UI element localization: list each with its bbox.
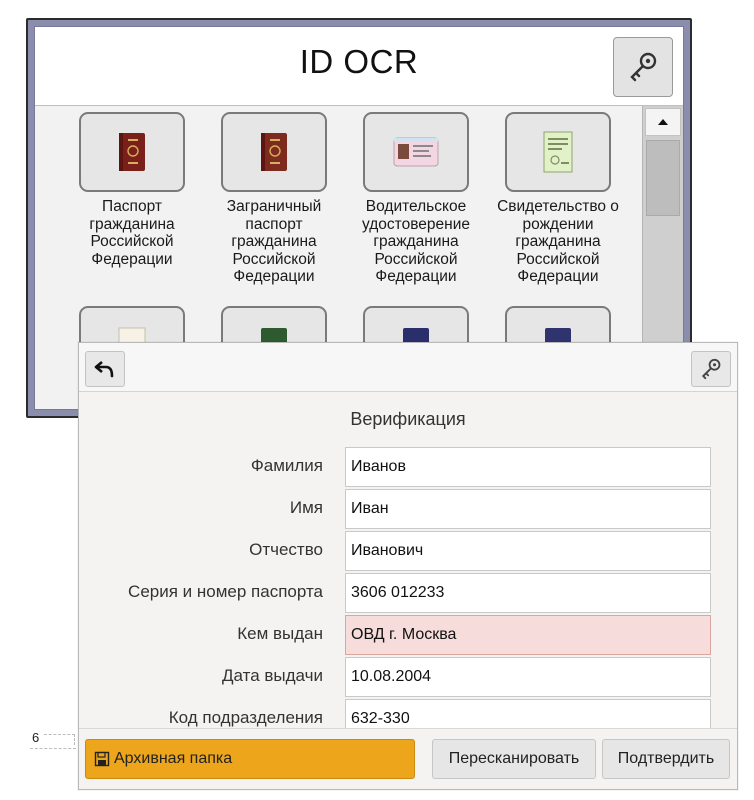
field-label: Дата выдачи bbox=[222, 666, 323, 685]
page-indicator-frame bbox=[44, 734, 75, 745]
page-indicator: 6 bbox=[30, 728, 76, 749]
app-title: ID OCR bbox=[299, 43, 419, 80]
back-button[interactable] bbox=[85, 351, 125, 387]
field-label: Отчество bbox=[249, 540, 323, 559]
confirm-button[interactable]: Подтвердить bbox=[602, 739, 730, 779]
doc-tile-foreign-passport[interactable]: Заграничный паспорт гражданина Российско… bbox=[203, 112, 345, 286]
doc-tile-driver-license[interactable]: Водительское удостоверение гражданина Ро… bbox=[345, 112, 487, 286]
settings-key-button[interactable] bbox=[613, 37, 673, 97]
rescan-button[interactable]: Пересканировать bbox=[432, 739, 596, 779]
action-bar: Архивная папка Пересканировать Подтверди… bbox=[79, 728, 737, 789]
doc-tile-label: Свидетельство о рождении гражданина Росс… bbox=[497, 198, 619, 285]
field-row-name: Имя bbox=[79, 489, 737, 531]
key-icon bbox=[701, 358, 721, 380]
archive-folder-button[interactable]: Архивная папка bbox=[85, 739, 415, 779]
doc-tile-button[interactable] bbox=[79, 112, 185, 192]
verification-window: Верификация Фамилия Имя Отчество Серия и… bbox=[78, 342, 738, 790]
certificate-icon bbox=[543, 131, 573, 173]
issued-by-field[interactable] bbox=[345, 615, 711, 655]
floppy-disk-icon bbox=[94, 751, 110, 767]
name-field[interactable] bbox=[345, 489, 711, 529]
field-label: Код подразделения bbox=[168, 708, 323, 727]
doc-tile-button[interactable] bbox=[221, 112, 327, 192]
archive-folder-label: Архивная папка bbox=[114, 750, 233, 767]
doc-tile-button[interactable] bbox=[505, 112, 611, 192]
doc-tile-button[interactable] bbox=[363, 112, 469, 192]
confirm-label: Подтвердить bbox=[617, 750, 715, 767]
field-label: Серия и номер паспорта bbox=[128, 582, 323, 601]
picker-header: ID OCR bbox=[35, 27, 683, 106]
rescan-label: Пересканировать bbox=[448, 750, 580, 767]
doc-tile-label: Паспорт гражданина Российской Федерации bbox=[89, 198, 175, 268]
verification-toolbar bbox=[79, 343, 737, 392]
field-label: Кем выдан bbox=[237, 624, 323, 643]
field-row-issued-by: Кем выдан bbox=[79, 615, 737, 657]
issue-date-field[interactable] bbox=[345, 657, 711, 697]
key-icon bbox=[630, 52, 657, 82]
patronymic-field[interactable] bbox=[345, 531, 711, 571]
doc-tile-label: Заграничный паспорт гражданина Российско… bbox=[226, 198, 322, 285]
arrow-up-icon bbox=[658, 119, 668, 125]
field-row-issue-date: Дата выдачи bbox=[79, 657, 737, 699]
passport-red-icon bbox=[261, 133, 287, 171]
driver-license-icon bbox=[393, 137, 439, 167]
field-label: Фамилия bbox=[250, 456, 323, 475]
scroll-thumb[interactable] bbox=[646, 140, 680, 216]
doc-tile-label: Водительское удостоверение гражданина Ро… bbox=[362, 198, 470, 285]
passport-red-icon bbox=[119, 133, 145, 171]
doc-tile-birth-certificate[interactable]: Свидетельство о рождении гражданина Росс… bbox=[487, 112, 629, 286]
section-title: Верификация bbox=[350, 409, 466, 429]
page-number: 6 bbox=[32, 730, 40, 745]
passport-number-field[interactable] bbox=[345, 573, 711, 613]
field-label: Имя bbox=[289, 498, 323, 517]
field-row-patronymic: Отчество bbox=[79, 531, 737, 573]
doc-tile-passport[interactable]: Паспорт гражданина Российской Федерации bbox=[61, 112, 203, 268]
surname-field[interactable] bbox=[345, 447, 711, 487]
scroll-up-button[interactable] bbox=[645, 108, 681, 136]
field-row-surname: Фамилия bbox=[79, 447, 737, 489]
field-row-passport-number: Серия и номер паспорта bbox=[79, 573, 737, 615]
settings-key-button[interactable] bbox=[691, 351, 731, 387]
undo-arrow-icon bbox=[94, 361, 114, 378]
